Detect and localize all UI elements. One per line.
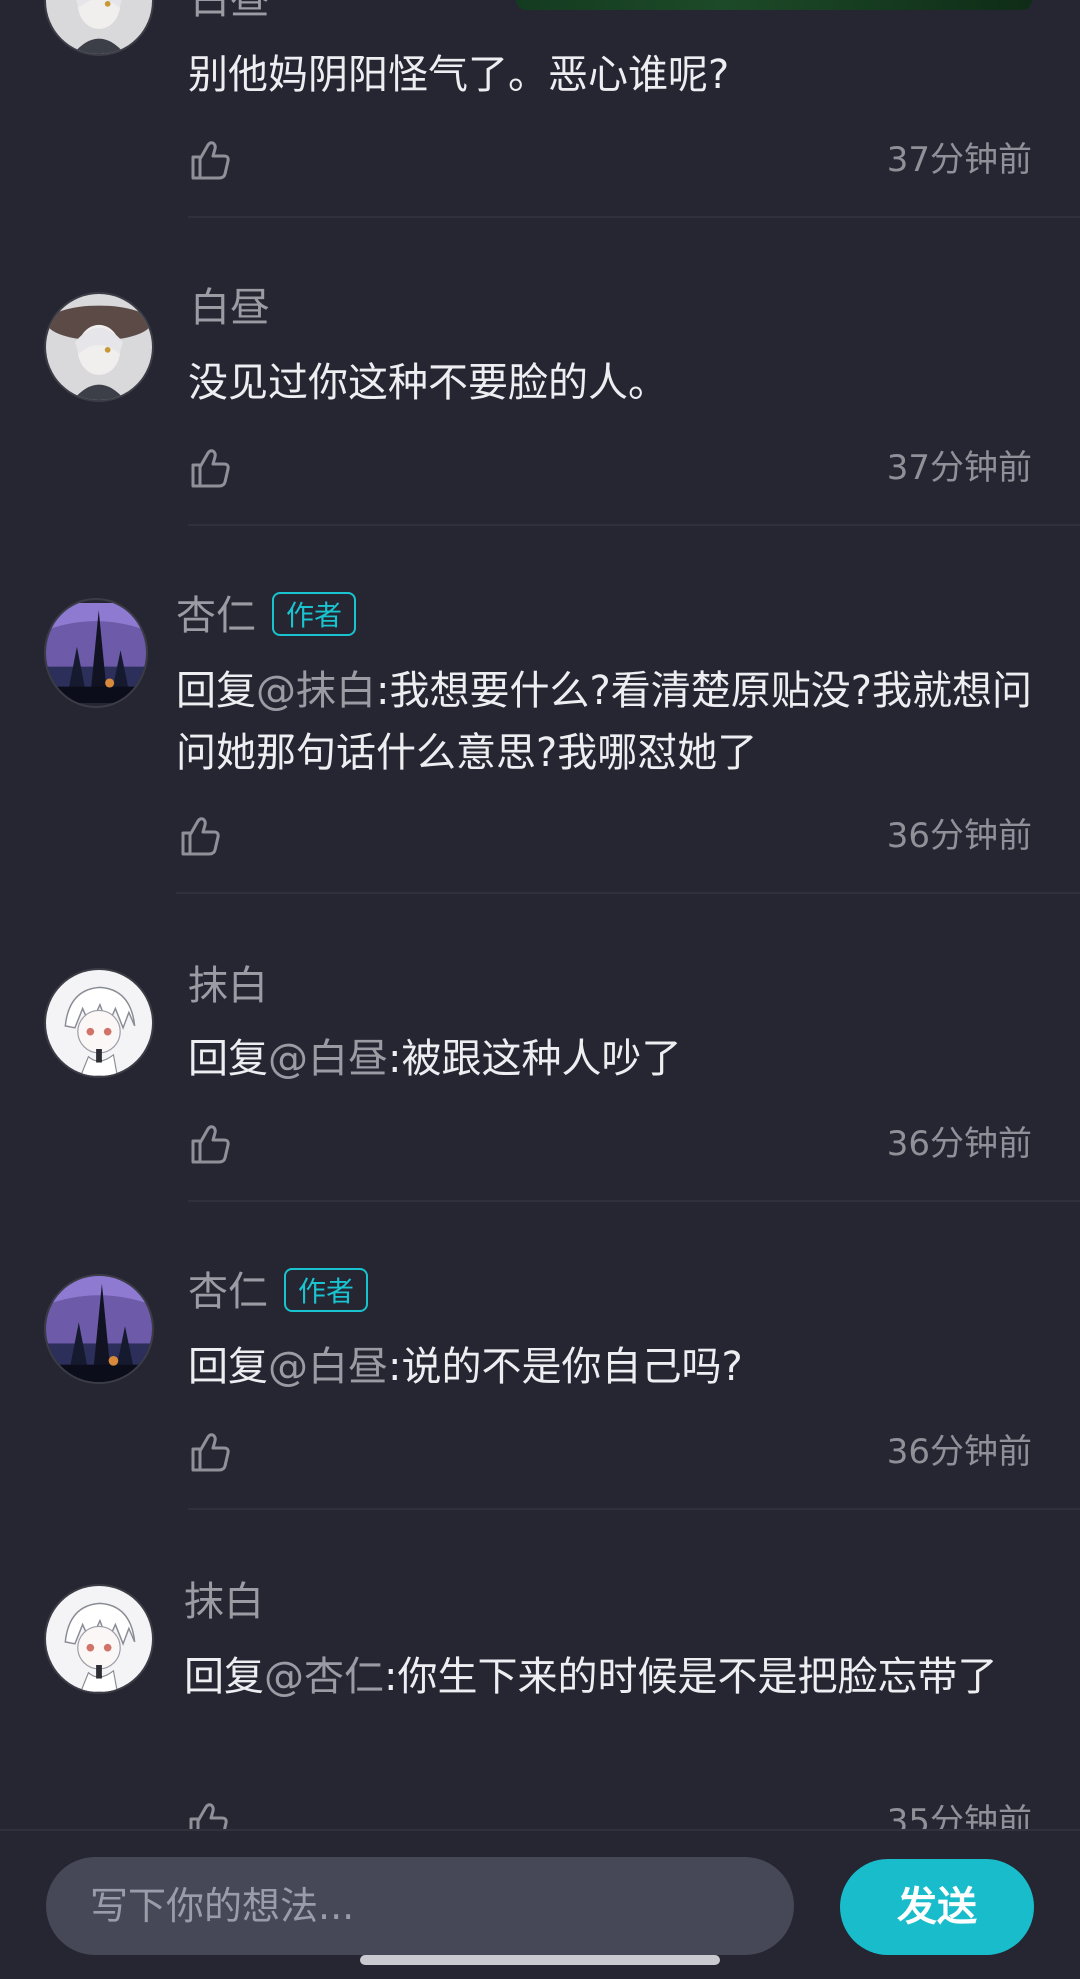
reply-colon: : — [384, 1654, 398, 1700]
comment-body: 你生下来的时候是不是把脸忘带了 — [397, 1654, 998, 1700]
comment-body: 没见过你这种不要脸的人。 — [188, 360, 668, 406]
reply-colon: : — [376, 668, 390, 714]
comment-body: 别他妈阴阳怪气了。恶心谁呢? — [188, 52, 730, 98]
mention-link[interactable]: @抹白 — [256, 668, 376, 714]
comment-text: 回复@白昼:被跟这种人吵了 — [188, 1028, 1068, 1090]
divider — [188, 524, 1080, 526]
comment-time: 36分钟前 — [886, 1432, 1032, 1472]
author-badge: 作者 — [272, 592, 357, 636]
mention-link[interactable]: @白昼 — [268, 1036, 388, 1082]
commenter-name[interactable]: 抹白 — [188, 962, 268, 1010]
comment-time: 36分钟前 — [886, 816, 1032, 856]
comment-composer: 发送 — [0, 1829, 1080, 1979]
comment-time: 36分钟前 — [886, 1124, 1032, 1164]
send-button[interactable]: 发送 — [840, 1859, 1034, 1955]
mention-link[interactable]: @杏仁 — [264, 1654, 384, 1700]
reply-colon: : — [388, 1344, 402, 1390]
reply-prefix: 回复 — [176, 668, 256, 714]
avatar[interactable] — [44, 1584, 154, 1694]
comment-text: 回复@抹白:我想要什么?看清楚原贴没?我就想问问她那句话什么意思?我哪怼她了 — [176, 660, 1036, 784]
commenter-name[interactable]: 白昼 — [190, 0, 270, 24]
avatar[interactable] — [44, 292, 154, 402]
comment-screen: 白昼 别他妈阴阳怪气了。恶心谁呢? 37分钟前 白昼 没见过你这种不要脸的人。 … — [0, 0, 1080, 1979]
thumbs-up-icon[interactable] — [188, 1122, 232, 1166]
divider — [188, 216, 1080, 218]
comment-body: 被跟这种人吵了 — [401, 1036, 682, 1082]
thumbs-up-icon[interactable] — [178, 814, 222, 858]
divider — [188, 1508, 1080, 1510]
commenter-name[interactable]: 杏仁 — [176, 592, 256, 640]
attached-image-edge — [516, 0, 1032, 10]
thumbs-up-icon[interactable] — [188, 446, 232, 490]
avatar[interactable] — [44, 968, 154, 1078]
comment-text: 回复@白昼:说的不是你自己吗? — [188, 1336, 1068, 1398]
comment-input[interactable] — [46, 1857, 794, 1955]
comment-time: 37分钟前 — [886, 140, 1032, 180]
mention-link[interactable]: @白昼 — [268, 1344, 388, 1390]
reply-prefix: 回复 — [188, 1036, 268, 1082]
commenter-name[interactable]: 杏仁 — [188, 1268, 268, 1316]
comment-text: 回复@杏仁:你生下来的时候是不是把脸忘带了 — [184, 1646, 1034, 1708]
comment-text: 别他妈阴阳怪气了。恶心谁呢? — [188, 44, 1068, 106]
reply-colon: : — [388, 1036, 402, 1082]
avatar[interactable] — [44, 0, 154, 56]
home-indicator[interactable] — [360, 1955, 720, 1965]
avatar[interactable] — [44, 1274, 154, 1384]
divider — [188, 1200, 1080, 1202]
comment-body: 说的不是你自己吗? — [401, 1344, 743, 1390]
avatar[interactable] — [44, 598, 148, 708]
comment-time: 37分钟前 — [886, 448, 1032, 488]
reply-prefix: 回复 — [188, 1344, 268, 1390]
thumbs-up-icon[interactable] — [188, 138, 232, 182]
thumbs-up-icon[interactable] — [188, 1430, 232, 1474]
comment-text: 没见过你这种不要脸的人。 — [188, 352, 1068, 414]
divider — [176, 892, 1080, 894]
reply-prefix: 回复 — [184, 1654, 264, 1700]
commenter-name[interactable]: 白昼 — [190, 284, 270, 332]
author-badge: 作者 — [284, 1268, 369, 1312]
commenter-name[interactable]: 抹白 — [184, 1578, 264, 1626]
